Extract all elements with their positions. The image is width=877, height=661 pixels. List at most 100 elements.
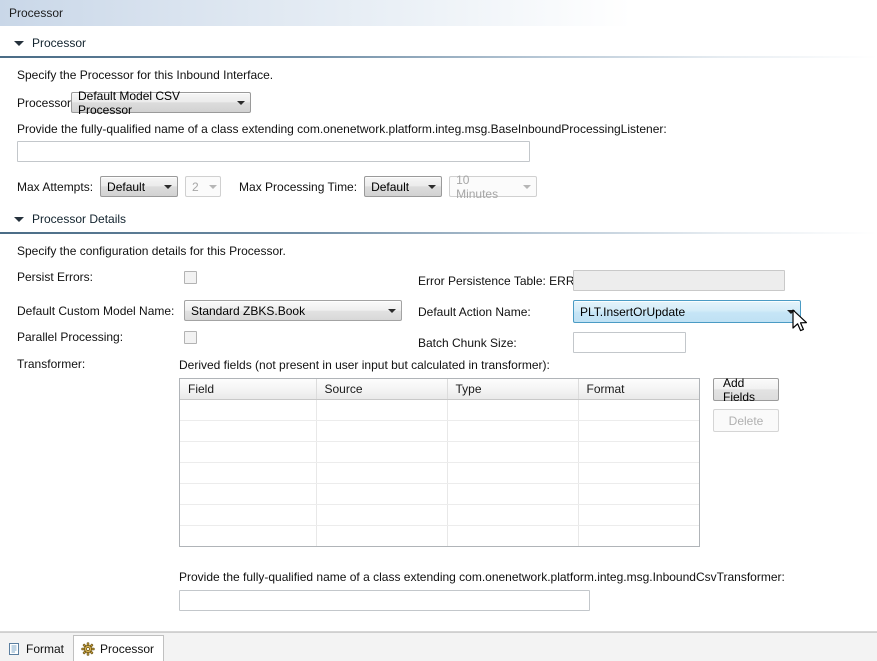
table-body	[180, 399, 699, 547]
cell-type[interactable]	[447, 420, 579, 442]
cell-type[interactable]	[447, 525, 579, 546]
chevron-down-icon[interactable]	[14, 40, 24, 46]
cell-source[interactable]	[316, 504, 448, 526]
tab-format-label: Format	[26, 642, 65, 656]
table-row[interactable]	[180, 441, 699, 463]
section-processor-header[interactable]: Processor	[0, 34, 877, 52]
cell-type[interactable]	[447, 399, 579, 421]
cell-field[interactable]	[180, 420, 317, 442]
cell-format[interactable]	[578, 399, 699, 421]
table-header-row: Field Source Type Format	[180, 379, 699, 400]
table-actions: Add Fields Delete	[713, 376, 779, 432]
max-processing-time-value: Default	[371, 179, 410, 194]
transformer-class-input[interactable]	[179, 590, 590, 611]
document-icon	[7, 642, 21, 656]
transformer-class-hint: Provide the fully-qualified name of a cl…	[179, 570, 785, 584]
cell-format[interactable]	[578, 420, 699, 442]
chevron-down-icon	[787, 309, 795, 314]
cell-source[interactable]	[316, 483, 448, 505]
cell-type[interactable]	[447, 483, 579, 505]
add-fields-button[interactable]: Add Fields	[713, 376, 779, 404]
section-processor-details-content: Specify the configuration details for th…	[0, 234, 877, 611]
chevron-down-icon	[164, 184, 173, 189]
tab-processor[interactable]: Processor	[73, 635, 165, 661]
persist-errors-checkbox[interactable]	[184, 270, 197, 284]
form-body: Processor Specify the Processor for this…	[0, 34, 877, 611]
section-processor-content: Specify the Processor for this Inbound I…	[0, 58, 877, 201]
cell-field[interactable]	[180, 483, 317, 505]
max-processing-time-amount-select: 10 Minutes	[449, 173, 538, 201]
section-processor-details-header[interactable]: Processor Details	[0, 210, 877, 228]
tab-format[interactable]: Format	[0, 637, 73, 661]
transformer-row: Transformer:	[17, 357, 85, 371]
cell-type[interactable]	[447, 462, 579, 484]
window-title: Processor	[9, 6, 64, 20]
processor-select[interactable]: Default Model CSV Processor	[71, 89, 251, 117]
cell-format[interactable]	[578, 504, 699, 526]
cell-field[interactable]	[180, 504, 317, 526]
max-attempts-label: Max Attempts:	[17, 179, 94, 194]
cell-format[interactable]	[578, 526, 699, 547]
section-processor: Processor Specify the Processor for this…	[0, 34, 877, 201]
column-header-field[interactable]: Field	[180, 379, 317, 400]
error-persistence-row: Error Persistence Table: ERR_	[418, 270, 785, 291]
default-custom-model-row: Default Custom Model Name: Standard ZBKS…	[17, 300, 402, 321]
cell-format[interactable]	[578, 483, 699, 505]
batch-chunk-label: Batch Chunk Size:	[418, 335, 517, 350]
column-header-format[interactable]: Format	[578, 379, 699, 400]
cell-format[interactable]	[578, 462, 699, 484]
section-processor-details: Processor Details Specify the configurat…	[0, 210, 877, 611]
column-header-type[interactable]: Type	[447, 379, 579, 400]
section-processor-details-title: Processor Details	[32, 212, 127, 226]
gear-icon	[81, 641, 95, 656]
default-action-select[interactable]: PLT.InsertOrUpdate	[573, 300, 801, 323]
base-listener-class-input[interactable]	[17, 141, 530, 162]
cell-field[interactable]	[180, 525, 317, 546]
default-custom-model-select[interactable]: Standard ZBKS.Book	[184, 300, 402, 321]
cell-source[interactable]	[316, 420, 448, 442]
table-row[interactable]	[180, 525, 699, 547]
default-custom-model-value: Standard ZBKS.Book	[191, 303, 306, 318]
table-row[interactable]	[180, 420, 699, 442]
table-row[interactable]	[180, 399, 699, 421]
derived-fields-block: Derived fields (not present in user inpu…	[179, 358, 877, 611]
cell-source[interactable]	[316, 441, 448, 463]
parallel-processing-row: Parallel Processing:	[17, 330, 197, 344]
cell-type[interactable]	[447, 441, 579, 463]
max-attempts-count-select: 2	[185, 176, 222, 197]
derived-fields-table[interactable]: Field Source Type Format	[179, 378, 700, 547]
chevron-down-icon[interactable]	[14, 216, 24, 222]
cell-field[interactable]	[180, 399, 317, 421]
cell-field[interactable]	[180, 462, 317, 484]
parallel-processing-label: Parallel Processing:	[17, 330, 124, 344]
max-processing-time-amount-value: 10 Minutes	[456, 172, 499, 201]
parallel-processing-checkbox[interactable]	[184, 330, 197, 344]
section-processor-title: Processor	[32, 36, 87, 50]
max-attempts-select[interactable]: Default	[100, 176, 179, 197]
default-action-row: Default Action Name: PLT.InsertOrUpdate	[418, 300, 801, 323]
batch-chunk-row: Batch Chunk Size:	[418, 332, 686, 353]
cell-source[interactable]	[316, 462, 448, 484]
batch-chunk-input[interactable]	[573, 332, 686, 353]
max-processing-time-select[interactable]: Default	[364, 176, 443, 197]
cell-source[interactable]	[316, 525, 448, 546]
table-row[interactable]	[180, 504, 699, 526]
chevron-down-icon	[388, 308, 396, 313]
chevron-down-icon	[208, 184, 217, 189]
cell-type[interactable]	[447, 504, 579, 526]
base-listener-class-hint: Provide the fully-qualified name of a cl…	[17, 122, 667, 136]
cell-field[interactable]	[180, 441, 317, 463]
table-row[interactable]	[180, 483, 699, 505]
column-header-source[interactable]: Source	[316, 379, 448, 400]
table-row[interactable]	[180, 462, 699, 484]
cell-source[interactable]	[316, 399, 448, 421]
persist-errors-label: Persist Errors:	[17, 270, 94, 284]
chevron-down-icon	[237, 100, 245, 105]
default-custom-model-label: Default Custom Model Name:	[17, 303, 175, 318]
processor-select-value: Default Model CSV Processor	[78, 88, 181, 117]
transformer-label: Transformer:	[17, 357, 86, 371]
processor-details-hint: Specify the configuration details for th…	[17, 244, 286, 258]
attempts-row: Max Attempts: Default 2 Max Processing T…	[17, 173, 877, 201]
processor-hint: Specify the Processor for this Inbound I…	[17, 68, 274, 82]
cell-format[interactable]	[578, 441, 699, 463]
